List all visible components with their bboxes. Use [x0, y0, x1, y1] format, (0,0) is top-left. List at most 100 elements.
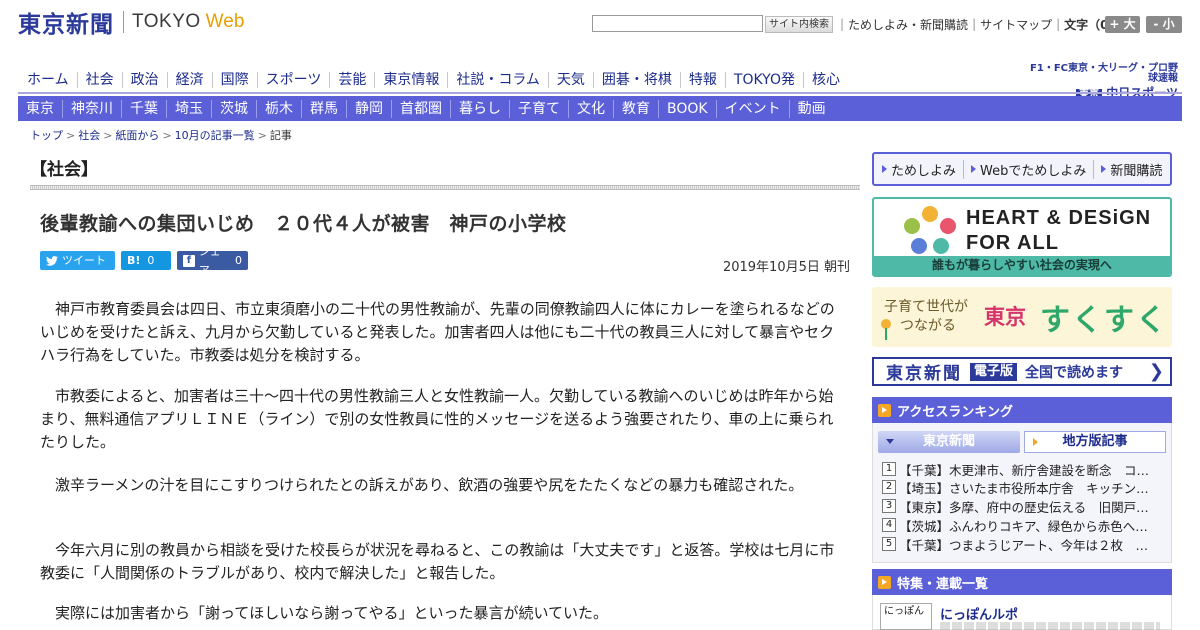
play-icon — [878, 575, 891, 589]
region-gunma[interactable]: 群馬 — [301, 99, 346, 118]
nav-editorial[interactable]: 社説・コラム — [447, 72, 548, 88]
region-chiba[interactable]: 千葉 — [121, 99, 166, 118]
ranking-item[interactable]: 1 【千葉】木更津市、新庁舎建設を断念 コ… — [882, 459, 1162, 479]
subscribe-link[interactable]: 新聞購読 — [1093, 159, 1169, 179]
nav-politics[interactable]: 政治 — [121, 72, 167, 88]
region-shizuoka[interactable]: 静岡 — [346, 99, 391, 118]
region-bunka[interactable]: 文化 — [568, 99, 613, 118]
suku-brand: すくすく — [1040, 303, 1168, 338]
nav-go-shogi[interactable]: 囲碁・将棋 — [592, 72, 680, 88]
section-title: 【社会】 — [30, 160, 98, 180]
rank-number: 4 — [882, 518, 896, 532]
subscription-links: ためしよみ Webでためしよみ 新聞購読 — [872, 152, 1172, 186]
region-shutoken[interactable]: 首都圏 — [391, 99, 450, 118]
twitter-bird-icon — [46, 255, 58, 266]
ranking-item[interactable]: 5 【千葉】つまようじアート、今年は２枚 … — [882, 534, 1162, 554]
trial-subscribe-link[interactable]: ためしよみ・新聞購読 — [848, 16, 968, 33]
region-tokyo[interactable]: 東京 — [18, 100, 62, 118]
nav-divider — [18, 92, 1182, 94]
heart-caption: 誰もが暮らしやすい社会の実現へ — [874, 256, 1170, 275]
region-nav: 東京 神奈川 千葉 埼玉 茨城 栃木 群馬 静岡 首都圏 暮らし 子育て 文化 … — [18, 96, 1182, 121]
digital-edition-banner[interactable]: 東京新聞 電子版 全国で読めます ❯ — [872, 357, 1172, 386]
region-book[interactable]: BOOK — [658, 99, 716, 118]
tameshiyomi-link[interactable]: ためしよみ — [880, 160, 963, 179]
article-paragraph: 今年六月に別の教員から相談を受けた校長らが状況を尋ねると、この教諭は「大丈夫です… — [40, 541, 835, 582]
hatena-bookmark-button[interactable]: B! 0 — [121, 251, 171, 270]
region-video[interactable]: 動画 — [788, 99, 834, 118]
logo-jp: 東京新聞 — [18, 11, 114, 38]
ranking-tab-local-label: 地方版記事 — [1062, 434, 1128, 449]
ranking-item[interactable]: 3 【東京】多摩、府中の歴史伝える 旧関戸… — [882, 496, 1162, 516]
rank-number: 3 — [882, 499, 896, 513]
triangle-down-icon — [886, 439, 894, 444]
breadcrumb: トップ > 社会 > 紙面から >10月の記事一覧 > 記事 — [30, 127, 292, 143]
main-nav: ホーム 社会 政治 経済 国際 スポーツ 芸能 東京情報 社説・コラム 天気 囲… — [18, 70, 848, 90]
ranking-title: アクセスランキング — [897, 404, 1013, 420]
crumb-separator: > — [162, 129, 172, 142]
chunichi-sports-banner[interactable]: F1・FC東京・大リーグ・プロ野球速報 東京 中日スポーツ — [1026, 64, 1178, 100]
crumb-october[interactable]: 10月の記事一覧 — [175, 129, 255, 142]
nav-international[interactable]: 国際 — [211, 72, 257, 88]
ranking-item[interactable]: 4 【茨城】ふんわりコキア、緑色から赤色へ… — [882, 515, 1162, 535]
ranking-tab-tokyo[interactable]: 東京新聞 — [878, 431, 1020, 453]
nav-tokyo-info[interactable]: 東京情報 — [374, 72, 447, 88]
crumb-society[interactable]: 社会 — [78, 129, 100, 142]
search-button[interactable]: サイト内検索 — [765, 16, 833, 33]
heart-line1: HEART & DESiGN — [966, 207, 1152, 229]
rank-title: 【千葉】つまようじアート、今年は２枚 … — [899, 537, 1149, 553]
web-tameshiyomi-link[interactable]: Webでためしよみ — [963, 159, 1093, 179]
arrow-right-icon — [1033, 438, 1038, 446]
region-tochigi[interactable]: 栃木 — [256, 99, 301, 118]
flower-icon — [881, 319, 891, 340]
rank-number: 5 — [882, 537, 896, 551]
share-count: 0 — [235, 254, 242, 267]
features-header: 特集・連載一覧 — [872, 569, 1172, 595]
arrow-right-icon — [971, 165, 977, 173]
region-kyoiku[interactable]: 教育 — [613, 99, 658, 118]
nippon-thumbnail[interactable]: にっぽん — [880, 603, 932, 630]
font-larger-button[interactable]: + 大 — [1105, 16, 1140, 33]
denshi-text: 全国で読めます — [1025, 364, 1124, 381]
tweet-label: ツイート — [62, 254, 106, 267]
search-input[interactable] — [592, 15, 763, 32]
ranking-item[interactable]: 2 【埼玉】さいたま市役所本庁舎 キッチン… — [882, 477, 1162, 497]
region-saitama[interactable]: 埼玉 — [166, 99, 211, 118]
top-links: | ためしよみ・新聞購読 | サイトマップ | 文字（0） — [836, 15, 1121, 33]
nav-society[interactable]: 社会 — [76, 72, 122, 88]
rank-number: 1 — [882, 462, 896, 476]
region-event[interactable]: イベント — [715, 99, 789, 118]
region-ibaraki[interactable]: 茨城 — [211, 99, 256, 118]
hatena-label: B! — [127, 254, 141, 267]
region-kurashi[interactable]: 暮らし — [450, 99, 509, 118]
article-paragraph: 神戸市教育委員会は四日、市立東須磨小の二十代の男性教諭が、先輩の同僚教諭四人に体… — [40, 300, 835, 364]
region-kanagawa[interactable]: 神奈川 — [62, 99, 121, 118]
divider: | — [972, 17, 977, 31]
region-kosodate[interactable]: 子育て — [509, 99, 568, 118]
nav-home[interactable]: ホーム — [18, 72, 77, 88]
site-logo[interactable]: 東京新聞 TOKYO Web — [18, 9, 245, 38]
facebook-share-button[interactable]: f シェア 0 — [177, 245, 248, 277]
nav-economy[interactable]: 経済 — [166, 72, 212, 88]
font-smaller-button[interactable]: - 小 — [1146, 16, 1182, 33]
crumb-top[interactable]: トップ — [30, 129, 63, 142]
tokyo-sukusuku-banner[interactable]: 子育て世代が つながる 東京 すくすく — [872, 287, 1172, 347]
nav-tokyo-hatsu[interactable]: TOKYO発 — [724, 72, 803, 88]
ranking-tab-local[interactable]: 地方版記事 — [1024, 431, 1166, 453]
heart-design-banner[interactable]: HEART & DESiGN FOR ALL 誰もが暮らしやすい社会の実現へ — [872, 197, 1172, 277]
nav-weather[interactable]: 天気 — [547, 72, 593, 88]
nav-sports[interactable]: スポーツ — [256, 72, 330, 88]
sitemap-link[interactable]: サイトマップ — [980, 16, 1052, 33]
ranking-tab-tokyo-label: 東京新聞 — [922, 434, 975, 449]
nav-kakushin[interactable]: 核心 — [802, 72, 848, 88]
nippon-repo-link[interactable]: にっぽんルポ — [940, 604, 1018, 623]
article-headline: 後輩教諭への集団いじめ ２０代４人が被害 神戸の小学校 — [40, 213, 567, 235]
flower-logo-icon — [904, 206, 956, 254]
arrow-right-icon — [882, 165, 887, 173]
tweet-button[interactable]: ツイート — [40, 251, 115, 270]
logo-web: Web — [205, 11, 245, 32]
denshi-badge: 電子版 — [970, 362, 1018, 381]
nav-special-report[interactable]: 特報 — [679, 72, 725, 88]
nav-entertainment[interactable]: 芸能 — [329, 72, 374, 88]
section-rule — [30, 185, 860, 190]
crumb-print[interactable]: 紙面から — [115, 129, 159, 142]
